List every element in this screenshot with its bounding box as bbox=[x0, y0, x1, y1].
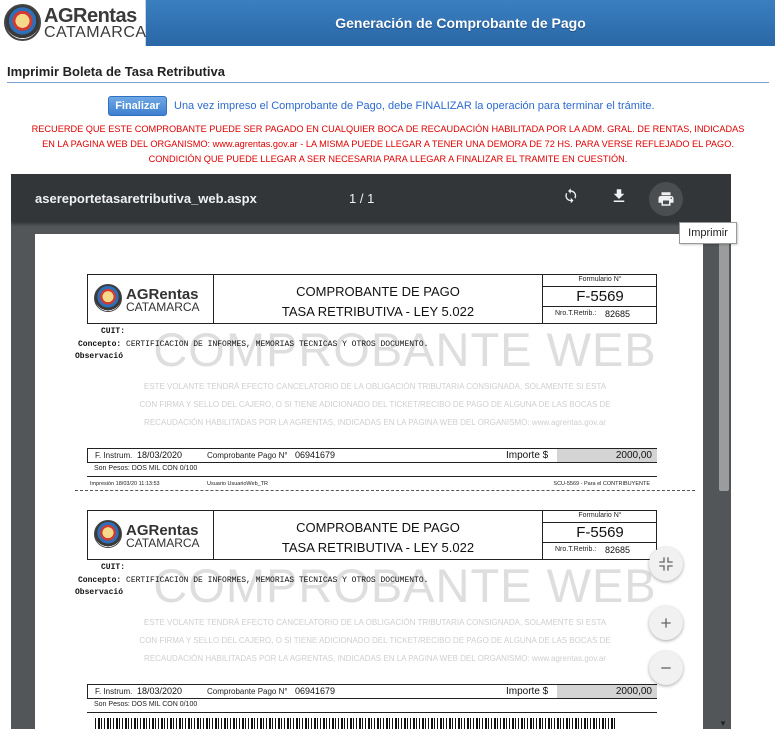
minus-icon bbox=[661, 667, 671, 669]
fit-icon bbox=[659, 557, 673, 571]
comprobante-value: 06941679 bbox=[295, 686, 336, 696]
receipt-title: COMPROBANTE DE PAGO TASA RETRIBUTIVA - L… bbox=[214, 275, 542, 323]
warning-line: EN LA PAGINA WEB DEL ORGANISMO: www.agre… bbox=[42, 139, 734, 149]
finalize-button[interactable]: Finalizar bbox=[108, 96, 167, 116]
form-label: Formulario N° bbox=[543, 512, 657, 523]
concepto-label: Concepto: bbox=[78, 576, 122, 585]
scrollbar-thumb[interactable] bbox=[719, 236, 729, 491]
payment-row: F. Instrum. 18/03/2020 Comprobante Pago … bbox=[87, 684, 657, 699]
observacion-label: Observació bbox=[75, 352, 124, 361]
legal-text: ESTE VOLANTE TENDRÁ EFECTO CANCELATORIO … bbox=[95, 378, 655, 432]
plus-icon bbox=[661, 618, 671, 628]
comprobante-label: Comprobante Pago N° bbox=[207, 687, 288, 696]
receipt-title: COMPROBANTE DE PAGO TASA RETRIBUTIVA - L… bbox=[214, 511, 542, 559]
scroll-down-icon[interactable]: ▼ bbox=[719, 719, 727, 728]
warning-line: CONDICIÓN QUE PUEDE LLEGAR A SER NECESAR… bbox=[148, 154, 628, 164]
comprobante-label: Comprobante Pago N° bbox=[207, 451, 288, 460]
legal-line: ESTE VOLANTE TENDRÁ EFECTO CANCELATORIO … bbox=[143, 618, 607, 627]
pdf-filename: asereportetasaretributiva_web.aspx bbox=[35, 191, 257, 206]
pdf-toolbar: asereportetasaretributiva_web.aspx 1 / 1 bbox=[11, 174, 731, 222]
receipt-title-line2: TASA RETRIBUTIVA - LEY 5.022 bbox=[281, 540, 475, 555]
finalize-message: Una vez impreso el Comprobante de Pago, … bbox=[174, 100, 655, 112]
fit-page-button[interactable] bbox=[649, 547, 683, 581]
f-instrum-label: F. Instrum. bbox=[95, 687, 133, 696]
legal-line: CON FIRMA Y SELLO DEL CAJERO, O SI TIENE… bbox=[139, 400, 611, 409]
agrentas-logo[interactable]: AGRentas CATAMARCA bbox=[0, 0, 146, 46]
seal-icon bbox=[4, 4, 41, 41]
payment-warning: RECUERDE QUE ESTE COMPROBANTE PUEDE SER … bbox=[7, 122, 769, 167]
receipt-title-line1: COMPROBANTE DE PAGO bbox=[296, 284, 460, 299]
watermark: COMPROBANTE WEB bbox=[153, 323, 657, 376]
zoom-in-button[interactable] bbox=[649, 606, 683, 640]
legal-line: ESTE VOLANTE TENDRÁ EFECTO CANCELATORIO … bbox=[143, 382, 607, 391]
seal-icon bbox=[94, 284, 122, 312]
receipt-copy: AGRentas CATAMARCA COMPROBANTE DE PAGO T… bbox=[35, 470, 703, 713]
form-number-box: Formulario N° F-5569 Nro.T.Retrib.: 8268… bbox=[542, 275, 657, 323]
receipt-logo-line2: CATAMARCA bbox=[126, 300, 200, 314]
pdf-page: AGRentas CATAMARCA COMPROBANTE DE PAGO T… bbox=[35, 234, 703, 729]
receipt-copy: AGRentas CATAMARCA COMPROBANTE DE PAGO T… bbox=[35, 234, 703, 487]
top-header: AGRentas CATAMARCA Generación de Comprob… bbox=[0, 0, 775, 46]
legal-line: RECAUDACIÓN HABILITADAS POR LA AGRENTAS,… bbox=[144, 654, 606, 663]
nro-label: Nro.T.Retrib.: bbox=[555, 546, 597, 553]
importe-label: Importe $ bbox=[506, 450, 549, 461]
cuit-label: CUIT: bbox=[101, 563, 126, 572]
receipt-logo: AGRentas CATAMARCA bbox=[88, 275, 214, 323]
barcode bbox=[95, 718, 615, 729]
form-number-box: Formulario N° F-5569 Nro.T.Retrib.: 8268… bbox=[542, 511, 657, 559]
page-header-title: Generación de Comprobante de Pago bbox=[335, 15, 586, 31]
f-instrum-value: 18/03/2020 bbox=[137, 450, 183, 460]
f-instrum-value: 18/03/2020 bbox=[137, 686, 183, 696]
payment-row: F. Instrum. 18/03/2020 Comprobante Pago … bbox=[87, 448, 657, 463]
legal-text: ESTE VOLANTE TENDRÁ EFECTO CANCELATORIO … bbox=[95, 614, 655, 668]
concepto-row: Concepto: CERTIFICACION DE INFORMES, MEM… bbox=[78, 340, 428, 349]
legal-line: RECAUDACIÓN HABILITADAS POR LA AGRENTAS,… bbox=[144, 418, 606, 427]
section-divider bbox=[7, 82, 769, 83]
concepto-value: CERTIFICACION DE INFORMES, MEMORIAS TECN… bbox=[126, 340, 429, 349]
importe-label: Importe $ bbox=[506, 686, 549, 697]
print-button[interactable] bbox=[649, 182, 683, 216]
importe-value: 2000,00 bbox=[557, 449, 657, 462]
logo-text-line2: CATAMARCA bbox=[44, 24, 147, 41]
f-instrum-label: F. Instrum. bbox=[95, 451, 133, 460]
zoom-out-button[interactable] bbox=[649, 651, 683, 685]
receipt-logo-line2: CATAMARCA bbox=[126, 536, 200, 550]
importe-value: 2000,00 bbox=[557, 685, 657, 698]
cuit-label: CUIT: bbox=[101, 327, 126, 336]
watermark: COMPROBANTE WEB bbox=[153, 559, 657, 612]
nro-value: 82685 bbox=[605, 545, 631, 555]
rotate-icon[interactable] bbox=[560, 187, 582, 209]
concepto-label: Concepto: bbox=[78, 340, 122, 349]
receipt-title-line1: COMPROBANTE DE PAGO bbox=[296, 520, 460, 535]
concepto-row: Concepto: CERTIFICACION DE INFORMES, MEM… bbox=[78, 576, 428, 585]
concepto-value: CERTIFICACION DE INFORMES, MEMORIAS TECN… bbox=[126, 576, 429, 585]
observacion-label: Observació bbox=[75, 588, 124, 597]
receipt-header: AGRentas CATAMARCA COMPROBANTE DE PAGO T… bbox=[87, 274, 657, 324]
page-indicator: 1 / 1 bbox=[349, 191, 375, 206]
form-label: Formulario N° bbox=[543, 276, 657, 287]
receipt-title-line2: TASA RETRIBUTIVA - LEY 5.022 bbox=[281, 304, 475, 319]
receipt-header: AGRentas CATAMARCA COMPROBANTE DE PAGO T… bbox=[87, 510, 657, 560]
seal-icon bbox=[94, 520, 122, 548]
warning-line: RECUERDE QUE ESTE COMPROBANTE PUEDE SER … bbox=[31, 124, 745, 134]
nro-label: Nro.T.Retrib.: bbox=[555, 310, 597, 317]
nro-value: 82685 bbox=[605, 309, 631, 319]
legal-line: CON FIRMA Y SELLO DEL CAJERO, O SI TIENE… bbox=[139, 636, 611, 645]
comprobante-value: 06941679 bbox=[295, 450, 336, 460]
receipt-logo: AGRentas CATAMARCA bbox=[88, 511, 214, 559]
section-title: Imprimir Boleta de Tasa Retributiva bbox=[7, 64, 225, 79]
form-number: F-5569 bbox=[543, 288, 657, 307]
download-icon[interactable] bbox=[608, 187, 630, 209]
print-tooltip: Imprimir bbox=[679, 222, 737, 244]
son-pesos: Son Pesos: DOS MIL CON 0/100 bbox=[87, 701, 657, 713]
print-icon bbox=[658, 192, 674, 206]
pdf-viewer: asereportetasaretributiva_web.aspx 1 / 1… bbox=[11, 174, 731, 729]
form-number: F-5569 bbox=[543, 524, 657, 543]
